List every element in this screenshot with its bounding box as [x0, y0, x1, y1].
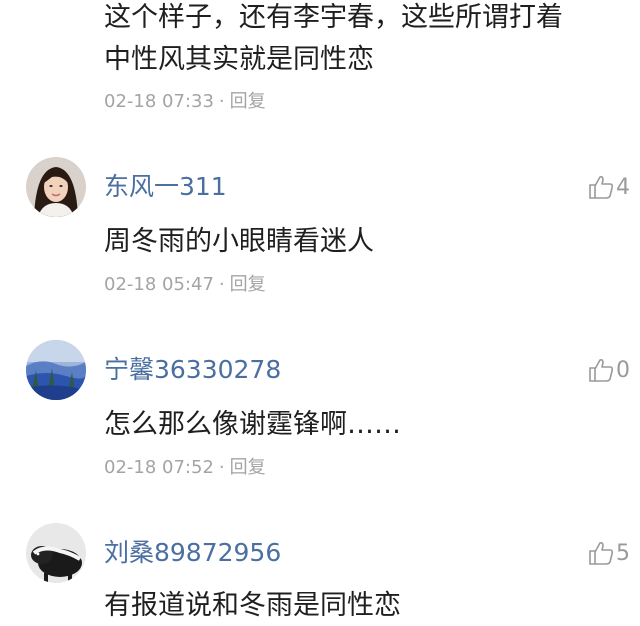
avatar[interactable] [26, 340, 86, 400]
username[interactable]: 东风一311 [104, 171, 227, 203]
avatar-image-animal [26, 523, 86, 583]
comment-time: 02-18 05:47 [104, 274, 214, 295]
like-button[interactable]: 5 [587, 537, 630, 569]
avatar-image-woman [26, 157, 86, 217]
comment-meta: 02-18 05:47 · 回复 [104, 273, 266, 297]
like-count: 4 [616, 174, 630, 200]
reply-button[interactable]: 回复 [230, 457, 266, 478]
meta-separator: · [218, 91, 225, 112]
avatar[interactable] [26, 523, 86, 583]
meta-separator: · [218, 274, 225, 295]
thumbs-up-icon [589, 176, 614, 199]
comment-text: 怎么那么像谢霆锋啊…… [104, 409, 401, 440]
avatar-image-landscape [26, 340, 86, 400]
like-button[interactable]: 0 [587, 354, 630, 386]
avatar[interactable] [26, 157, 86, 217]
comment-text: 有报道说和冬雨是同性恋 [104, 590, 401, 621]
like-button[interactable]: 4 [587, 171, 630, 203]
comment-text-line-2: 中性风其实就是同性恋 [104, 44, 374, 75]
username[interactable]: 宁馨36330278 [104, 354, 281, 386]
like-count: 0 [616, 357, 630, 383]
comment-text-line-1: 这个样子，还有李宇春，这些所谓打着 [104, 2, 563, 33]
comment-time: 02-18 07:33 [104, 91, 214, 112]
comment-text: 周冬雨的小眼睛看迷人 [104, 226, 374, 257]
thumbs-up-icon [589, 359, 614, 382]
like-count: 5 [616, 540, 630, 566]
comment-time: 02-18 07:52 [104, 457, 214, 478]
reply-button[interactable]: 回复 [230, 274, 266, 295]
reply-button[interactable]: 回复 [230, 91, 266, 112]
comment-meta: 02-18 07:52 · 回复 [104, 456, 266, 480]
meta-separator: · [218, 457, 225, 478]
comment-meta: 02-18 07:33 · 回复 [104, 90, 266, 114]
thumbs-up-icon [589, 542, 614, 565]
username[interactable]: 刘桑89872956 [104, 537, 281, 569]
